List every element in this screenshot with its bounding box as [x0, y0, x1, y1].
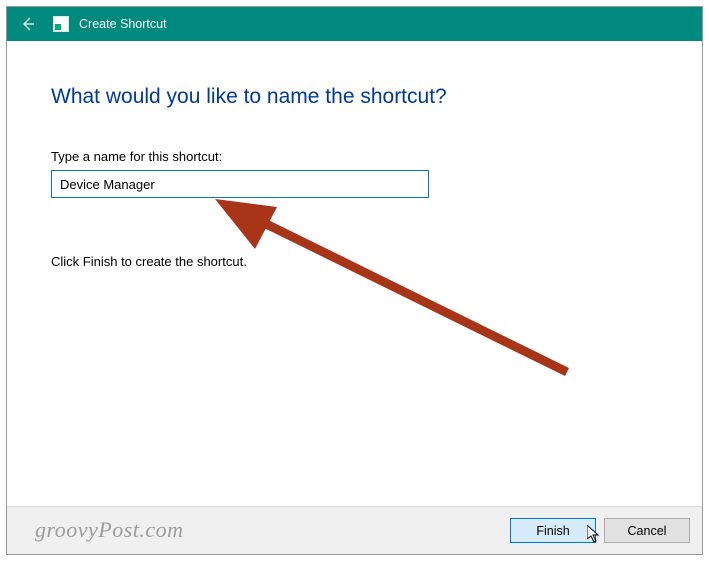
titlebar: Create Shortcut	[7, 7, 702, 41]
back-arrow-icon[interactable]	[17, 13, 39, 35]
shortcut-name-input[interactable]	[51, 170, 429, 198]
wizard-window: Create Shortcut What would you like to n…	[6, 6, 703, 555]
wizard-content: What would you like to name the shortcut…	[7, 41, 702, 279]
finish-button[interactable]: Finish	[510, 518, 596, 543]
shortcut-icon	[53, 16, 69, 32]
name-label: Type a name for this shortcut:	[51, 149, 658, 164]
window-title: Create Shortcut	[79, 17, 167, 31]
page-heading: What would you like to name the shortcut…	[51, 85, 658, 109]
cancel-button[interactable]: Cancel	[604, 518, 690, 543]
watermark-text: groovyPost.com	[35, 517, 184, 543]
wizard-footer: groovyPost.com Finish Cancel	[7, 506, 702, 554]
instruction-text: Click Finish to create the shortcut.	[51, 254, 658, 269]
